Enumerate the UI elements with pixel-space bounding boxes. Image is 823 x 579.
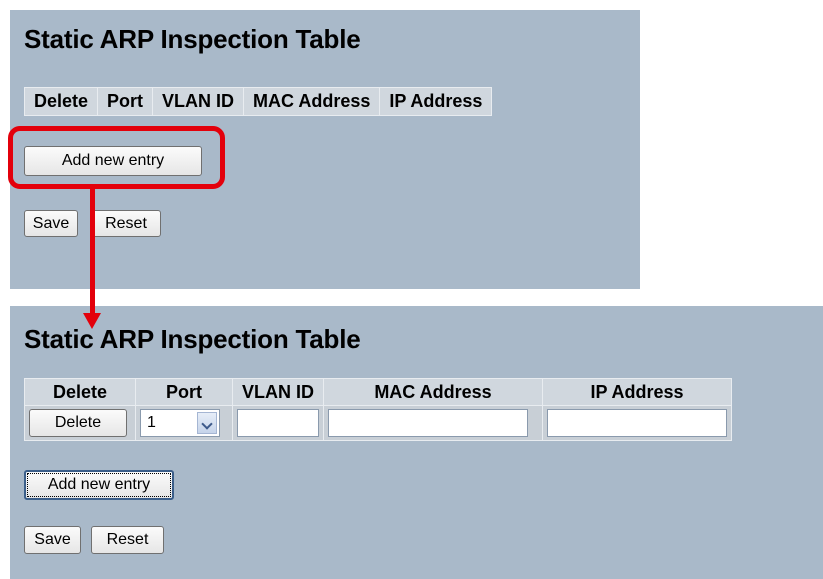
column-header-ip-address: IP Address xyxy=(380,88,492,115)
page-title: Static ARP Inspection Table xyxy=(24,324,361,354)
mac-address-input[interactable] xyxy=(328,409,528,437)
delete-cell: Delete xyxy=(25,406,136,440)
mac-address-cell xyxy=(324,406,543,440)
column-header-vlan-id: VLAN ID xyxy=(153,88,245,115)
save-button[interactable]: Save xyxy=(24,210,78,237)
chevron-down-icon[interactable] xyxy=(197,412,217,434)
vlan-id-cell xyxy=(233,406,324,440)
ip-address-cell xyxy=(543,406,731,440)
panel-after: Static ARP Inspection Table Delete Port … xyxy=(10,306,823,579)
reset-button[interactable]: Reset xyxy=(91,210,161,237)
table-row: Delete 1 xyxy=(25,406,731,440)
arp-table: Delete Port VLAN ID MAC Address IP Addre… xyxy=(24,87,493,116)
arp-table: Delete Port VLAN ID MAC Address IP Addre… xyxy=(24,378,732,441)
ip-address-input[interactable] xyxy=(547,409,727,437)
port-cell: 1 xyxy=(136,406,233,440)
column-header-delete: Delete xyxy=(25,379,136,406)
port-select-value: 1 xyxy=(147,414,156,431)
column-header-vlan-id: VLAN ID xyxy=(233,379,324,406)
callout-arrow-line xyxy=(90,189,95,313)
port-select[interactable]: 1 xyxy=(140,409,220,437)
column-header-port: Port xyxy=(98,88,154,115)
vlan-id-input[interactable] xyxy=(237,409,319,437)
arrow-down-icon xyxy=(83,313,101,329)
reset-button[interactable]: Reset xyxy=(91,526,164,554)
add-new-entry-button[interactable]: Add new entry xyxy=(24,470,174,500)
save-button[interactable]: Save xyxy=(24,526,81,554)
highlight-callout xyxy=(8,126,225,189)
column-header-mac-address: MAC Address xyxy=(324,379,543,406)
table-header-row: Delete Port VLAN ID MAC Address IP Addre… xyxy=(25,379,731,406)
table-header-row: Delete Port VLAN ID MAC Address IP Addre… xyxy=(25,88,492,115)
column-header-ip-address: IP Address xyxy=(543,379,731,406)
column-header-port: Port xyxy=(136,379,233,406)
column-header-mac-address: MAC Address xyxy=(244,88,381,115)
delete-button[interactable]: Delete xyxy=(29,409,127,437)
column-header-delete: Delete xyxy=(25,88,99,115)
page-title: Static ARP Inspection Table xyxy=(24,24,361,54)
